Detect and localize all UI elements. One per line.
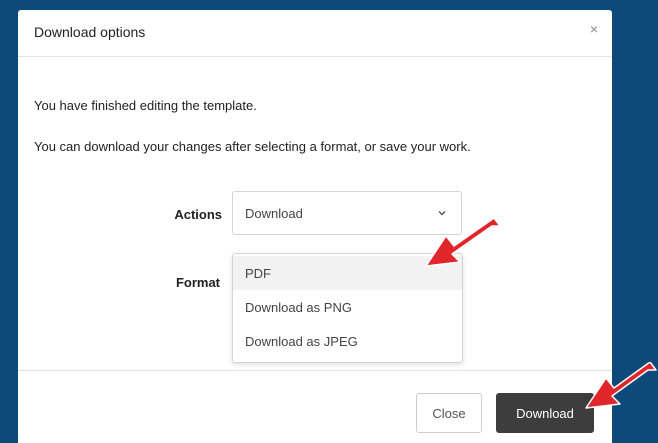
format-option-jpeg[interactable]: Download as JPEG: [233, 324, 462, 358]
dialog-header: Download options ×: [18, 10, 612, 57]
instruction-text: You can download your changes after sele…: [34, 139, 471, 154]
close-button[interactable]: Close: [416, 393, 482, 433]
dialog-footer: Close Download: [18, 370, 612, 443]
format-dropdown: PDF Download as PNG Download as JPEG: [232, 253, 463, 363]
download-options-dialog: Download options × You have finished edi…: [18, 10, 612, 443]
format-label: Format: [175, 275, 220, 290]
actions-select[interactable]: Download: [232, 191, 462, 235]
dialog-title: Download options: [34, 24, 146, 40]
format-option-label: Download as PNG: [245, 300, 352, 315]
actions-label: Actions: [174, 207, 222, 222]
close-icon[interactable]: ×: [590, 21, 598, 37]
format-option-png[interactable]: Download as PNG: [233, 290, 462, 324]
chevron-down-icon: [438, 211, 446, 216]
format-option-pdf[interactable]: PDF: [233, 256, 462, 290]
actions-select-value: Download: [245, 206, 303, 221]
download-button[interactable]: Download: [496, 393, 594, 433]
format-option-label: PDF: [245, 266, 271, 281]
intro-text: You have finished editing the template.: [34, 98, 257, 113]
format-option-label: Download as JPEG: [245, 334, 358, 349]
